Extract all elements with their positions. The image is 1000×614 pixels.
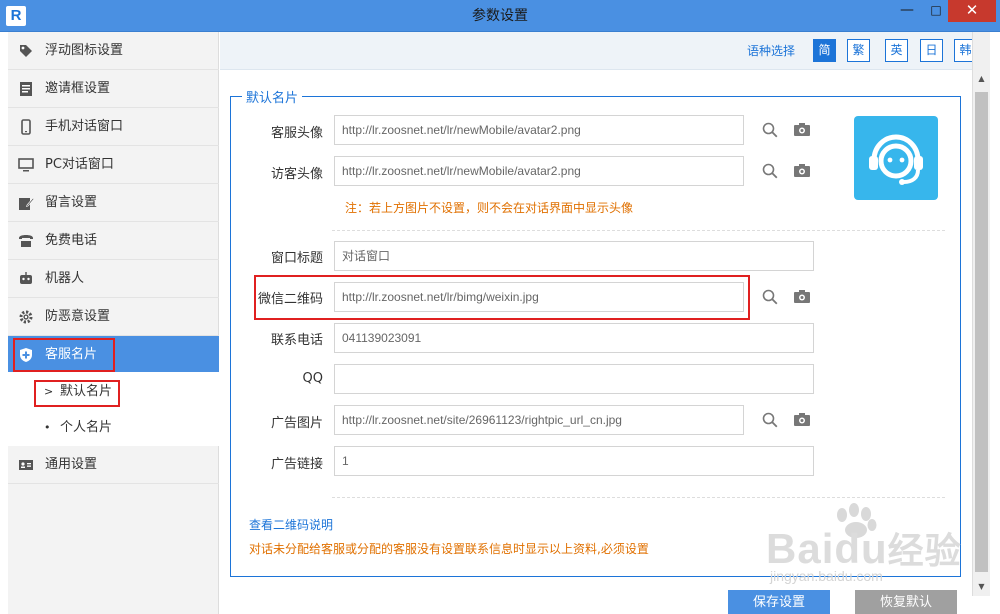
search-icon[interactable] — [761, 121, 779, 139]
camera-icon[interactable] — [793, 411, 811, 429]
submenu-item-default-card[interactable]: > 默认名片 — [8, 374, 219, 410]
watermark-brand-cn: 经验 — [887, 531, 962, 572]
sidebar-item-free-call[interactable]: 免费电话 — [8, 222, 219, 260]
sidebar-item-service-card[interactable]: 客服名片 — [8, 336, 219, 374]
search-icon[interactable] — [761, 411, 779, 429]
telephone-icon — [19, 235, 33, 247]
sidebar-item-label: 邀请框设置 — [45, 81, 111, 96]
sidebar-item-general[interactable]: 通用设置 — [8, 446, 219, 484]
title-bar: R 参数设置 — □ ✕ — [0, 0, 1000, 32]
invite-box-icon — [20, 82, 32, 96]
sidebar-item-label: 浮动图标设置 — [45, 43, 124, 58]
lang-english-button[interactable]: 英 — [885, 39, 908, 62]
sidebar-item-label: 留言设置 — [45, 195, 98, 210]
sidebar-item-mobile-chat[interactable]: 手机对话窗口 — [8, 108, 219, 146]
avatar-preview — [854, 116, 938, 200]
monitor-icon — [18, 158, 34, 172]
close-button[interactable]: ✕ — [948, 0, 996, 22]
gear-icon — [19, 310, 33, 324]
wechat-qr-input[interactable]: http://lr.zoosnet.net/lr/bimg/weixin.jpg — [334, 282, 744, 312]
submenu: > 默认名片 • 个人名片 — [8, 372, 219, 446]
vertical-scrollbar[interactable]: ▲ ▼ — [972, 32, 990, 596]
ad-link-input[interactable]: 1 — [334, 446, 814, 476]
qq-label: QQ — [302, 371, 323, 386]
visitor-avatar-label: 访客头像 — [270, 167, 323, 182]
save-button[interactable]: 保存设置 — [728, 590, 830, 614]
ad-image-input[interactable]: http://lr.zoosnet.net/site/26961123/righ… — [334, 405, 744, 435]
sidebar-item-label: 机器人 — [45, 271, 85, 286]
divider — [332, 497, 945, 498]
qq-input[interactable] — [334, 364, 814, 394]
scroll-thumb[interactable] — [975, 92, 988, 572]
sidebar-item-robot[interactable]: 机器人 — [8, 260, 219, 298]
highlight-frame — [13, 338, 115, 372]
language-bar: 语种选择 简 繁 英 日 韩 — [220, 32, 977, 70]
service-avatar-input[interactable]: http://lr.zoosnet.net/lr/newMobile/avata… — [334, 115, 744, 145]
sidebar-item-label: 手机对话窗口 — [45, 119, 124, 134]
maximize-button[interactable]: □ — [921, 0, 951, 22]
sidebar-item-label: 防恶意设置 — [45, 309, 111, 324]
watermark: Baidu经验 jingyan.baidu.com — [766, 500, 966, 590]
camera-icon[interactable] — [793, 162, 811, 180]
submenu-item-label: 个人名片 — [60, 420, 113, 435]
language-label: 语种选择 — [747, 44, 796, 58]
divider — [332, 230, 945, 231]
avatar-note: 注：若上方图片不设置，则不会在对话界面中显示头像 — [345, 201, 634, 215]
lang-traditional-button[interactable]: 繁 — [847, 39, 870, 62]
camera-icon[interactable] — [793, 121, 811, 139]
robot-icon — [20, 272, 32, 284]
submenu-item-personal-card[interactable]: • 个人名片 — [8, 410, 219, 446]
lang-japanese-button[interactable]: 日 — [920, 39, 943, 62]
window-title-label: 窗口标题 — [270, 251, 323, 266]
sidebar-item-pc-chat[interactable]: PC对话窗口 — [8, 146, 219, 184]
window-title: 参数设置 — [472, 8, 528, 24]
visitor-avatar-input[interactable]: http://lr.zoosnet.net/lr/newMobile/avata… — [334, 156, 744, 186]
minimize-button[interactable]: — — [892, 0, 922, 22]
fieldset-legend: 默认名片 — [242, 87, 303, 106]
search-icon[interactable] — [761, 162, 779, 180]
customer-service-icon — [869, 134, 923, 185]
sidebar-item-label: 免费电话 — [45, 233, 98, 248]
watermark-brand: Bai — [766, 525, 835, 572]
watermark-url: jingyan.baidu.com — [770, 568, 883, 584]
sidebar-item-invite[interactable]: 邀请框设置 — [8, 70, 219, 108]
sidebar-item-floating-icon[interactable]: 浮动图标设置 — [8, 32, 219, 70]
phone-label: 联系电话 — [270, 333, 323, 348]
message-edit-icon — [19, 197, 34, 210]
scroll-up-arrow-icon[interactable]: ▲ — [973, 70, 990, 88]
bullet-icon: • — [44, 421, 51, 434]
camera-icon[interactable] — [793, 288, 811, 306]
watermark-brand2: du — [834, 525, 888, 572]
sidebar-item-message[interactable]: 留言设置 — [8, 184, 219, 222]
ad-image-label: 广告图片 — [270, 416, 323, 431]
window-title-input[interactable]: 对话窗口 — [334, 241, 814, 271]
wechat-qr-label: 微信二维码 — [257, 292, 323, 307]
qr-help-link[interactable]: 查看二维码说明 — [249, 516, 333, 533]
scroll-down-arrow-icon[interactable]: ▼ — [973, 578, 990, 596]
phone-input[interactable]: 041139023091 — [334, 323, 814, 353]
ad-link-label: 广告链接 — [270, 457, 323, 472]
sidebar: 浮动图标设置 邀请框设置 手机对话窗口 PC对话窗口 留言设置 免费电话 机器人… — [8, 32, 219, 614]
reset-button[interactable]: 恢复默认 — [855, 590, 957, 614]
sidebar-item-anti-malicious[interactable]: 防恶意设置 — [8, 298, 219, 336]
tag-icon — [20, 45, 32, 57]
bottom-note: 对话未分配给客服或分配的客服没有设置联系信息时显示以上资料,必须设置 — [249, 542, 649, 556]
search-icon[interactable] — [761, 288, 779, 306]
sidebar-item-label: 通用设置 — [45, 457, 98, 472]
service-avatar-label: 客服头像 — [270, 126, 323, 141]
highlight-frame — [34, 380, 120, 407]
phone-icon — [21, 119, 31, 135]
lang-simplified-button[interactable]: 简 — [813, 39, 836, 62]
id-card-icon — [19, 460, 33, 470]
sidebar-item-label: PC对话窗口 — [45, 157, 114, 172]
